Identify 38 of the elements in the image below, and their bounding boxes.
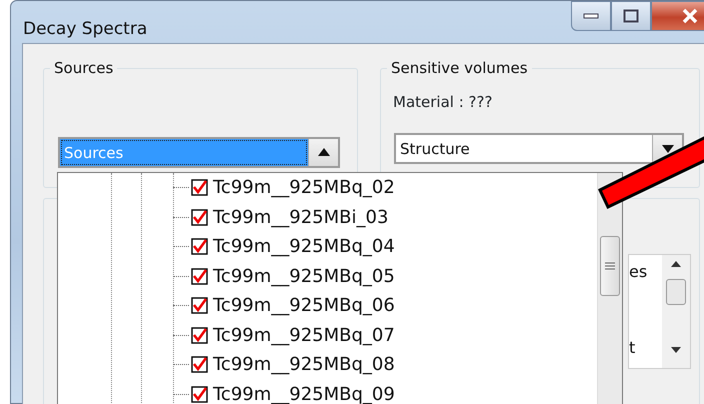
checkbox[interactable] [191, 238, 208, 256]
checkbox[interactable] [191, 356, 208, 374]
list-item: es [629, 260, 648, 282]
close-icon [681, 8, 699, 24]
list-scrollbar[interactable] [662, 254, 690, 368]
dropdown-button[interactable] [308, 138, 338, 166]
tree-item[interactable]: Tc99m__925MBq_07 [213, 322, 395, 349]
checkbox[interactable] [191, 179, 208, 196]
tree-item[interactable]: Tc99m__925MBq_06 [213, 292, 395, 320]
group-title: Sensitive volumes [387, 58, 532, 76]
scroll-thumb[interactable] [600, 236, 620, 296]
checkbox[interactable] [191, 297, 208, 314]
list-item: t [629, 336, 636, 358]
tree-item[interactable]: Tc99m__925MBq_08 [213, 351, 395, 378]
tree-item[interactable]: Tc99m__925MBq_05 [213, 262, 395, 290]
scroll-thumb[interactable] [666, 278, 686, 304]
caret-icon [318, 148, 330, 156]
tree-item[interactable]: Tc99m__925MBq_02 [213, 174, 395, 202]
checkbox[interactable] [191, 268, 208, 285]
maximize-icon [623, 9, 639, 23]
tree-item[interactable]: Tc99m__925MBq_09 [213, 380, 395, 404]
minimize-icon [583, 12, 599, 20]
checkbox[interactable] [191, 208, 208, 226]
window-title: Decay Spectra [23, 18, 148, 41]
checkbox[interactable] [191, 326, 208, 344]
tree-item[interactable]: Tc99m__925MBq_04 [213, 233, 395, 260]
tree-item[interactable]: Tc99m__925MBi_03 [213, 204, 388, 231]
dropdown-scrollbar[interactable] [597, 173, 622, 404]
material-label: Material : ??? [393, 92, 494, 112]
scroll-down-icon[interactable] [671, 346, 681, 352]
scroll-up-icon[interactable] [671, 260, 681, 266]
caret-icon [662, 144, 674, 152]
group-title: Sources [50, 58, 118, 76]
checkbox[interactable] [191, 386, 208, 403]
grip-icon [605, 261, 615, 271]
maximize-button[interactable] [611, 1, 651, 31]
minimize-button[interactable] [571, 1, 611, 31]
structure-combo[interactable]: Structure [394, 133, 684, 164]
